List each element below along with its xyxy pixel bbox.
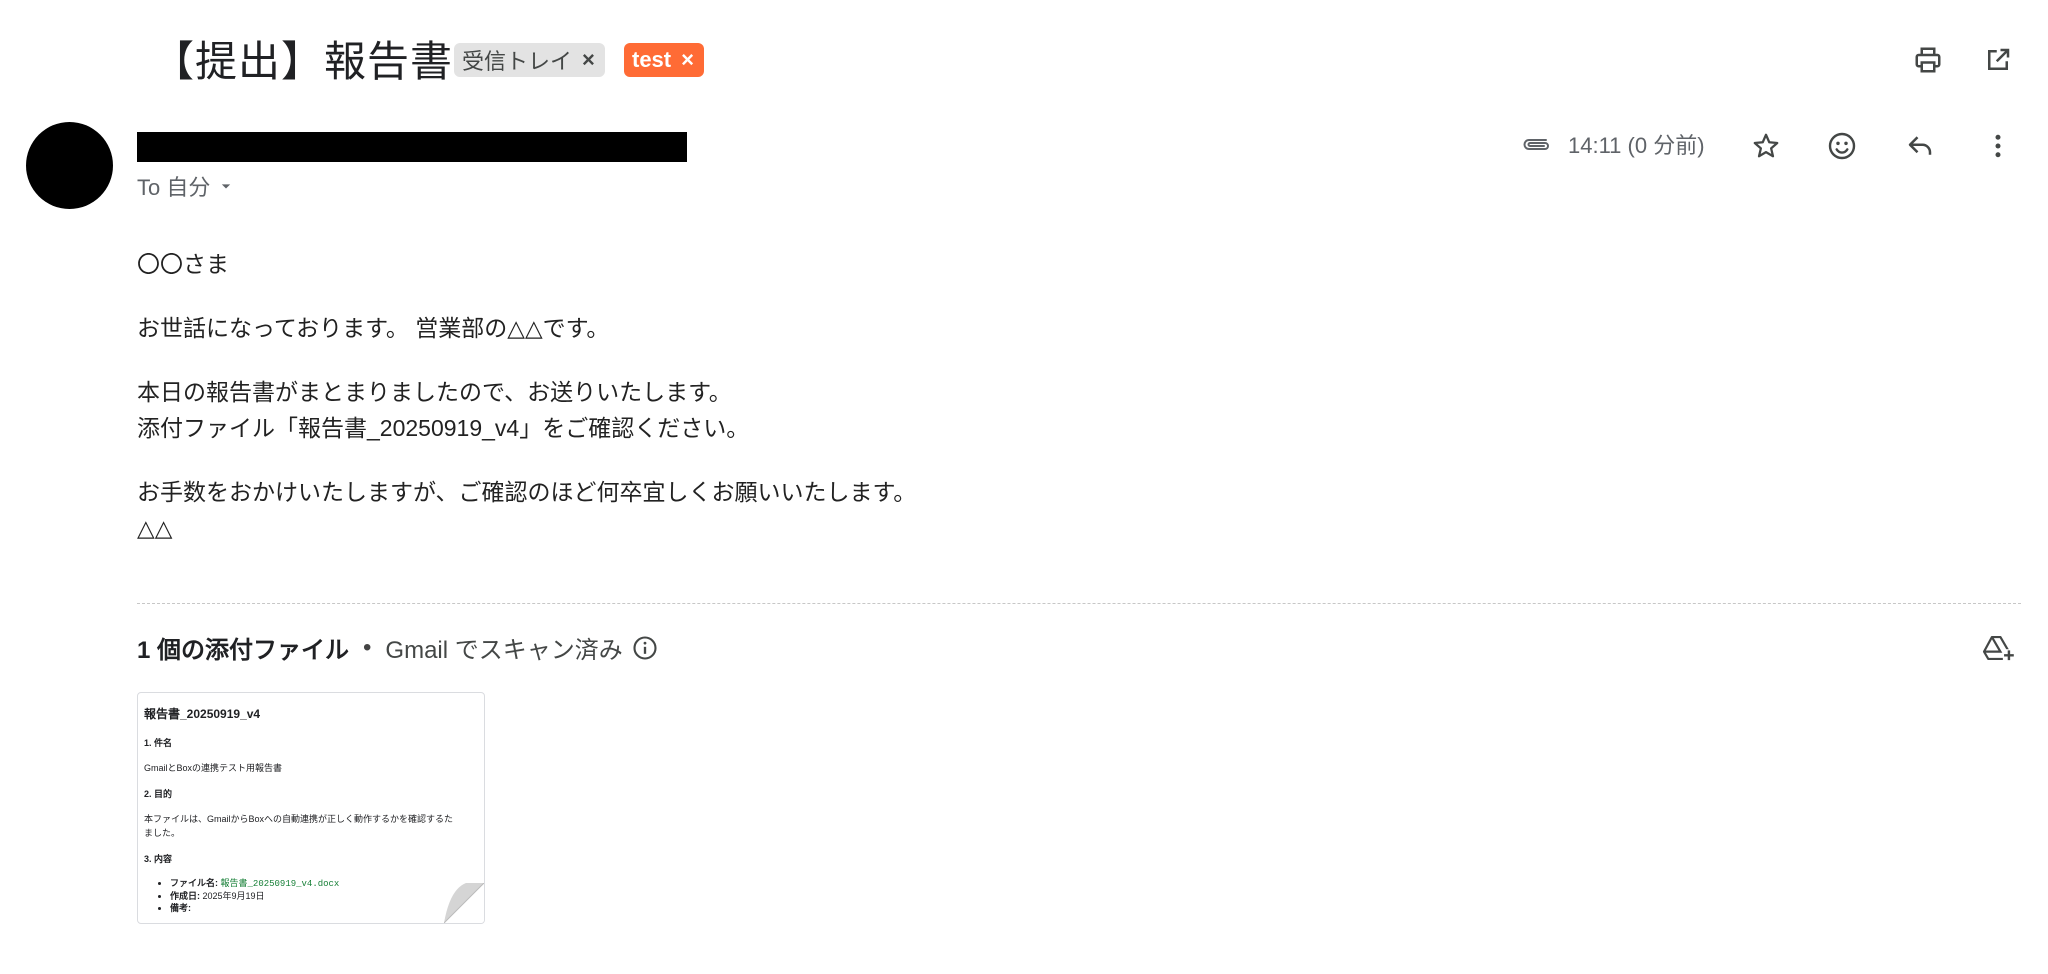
remove-label-button[interactable]: × (681, 47, 694, 73)
email-subject: 【提出】報告書 (152, 38, 454, 85)
recipient-details-toggle[interactable]: To 自分 (137, 170, 236, 202)
label-chip-text: test (632, 47, 672, 72)
reply-button[interactable] (1896, 122, 1944, 170)
scan-status: Gmail でスキャン済み (385, 637, 623, 664)
email-timestamp: 14:11 (0 分前) (1568, 133, 1705, 158)
star-button[interactable] (1742, 122, 1790, 170)
print-button[interactable] (1904, 36, 1952, 84)
add-reaction-button[interactable] (1818, 122, 1866, 170)
preview-item-key: 備考: (170, 903, 191, 913)
add-to-drive-icon (1982, 635, 2015, 662)
remove-label-button[interactable]: × (582, 47, 595, 73)
sender-avatar[interactable] (26, 122, 113, 209)
body-signature: △△ (137, 515, 173, 541)
label-chip-test[interactable]: test × (624, 43, 704, 77)
body-paragraph: 本日の報告書がまとまりましたので、お送りいたします。 添付ファイル「報告書_20… (137, 374, 916, 446)
preview-text: 本ファイルは、GmailからBoxへの自動連携が正しく動作するかを確認するた ま… (144, 812, 484, 840)
preview-text-line: 本ファイルは、GmailからBoxへの自動連携が正しく動作するかを確認するた (144, 814, 454, 824)
preview-list-item: ファイル名: 報告書_20250919_v4.docx (170, 877, 484, 890)
preview-heading: 1. 件名 (144, 738, 173, 748)
preview-heading: 2. 目的 (144, 789, 173, 799)
body-intro: お世話になっております。 営業部の△△です。 (137, 315, 610, 341)
add-to-drive-button[interactable] (1974, 624, 2022, 672)
star-icon (1753, 133, 1779, 158)
attachment-divider (137, 603, 2021, 604)
attachment-thumbnail[interactable]: 報告書_20250919_v4 1. 件名 GmailとBoxの連携テスト用報告… (137, 692, 485, 924)
recipient-label: To 自分 (137, 175, 211, 200)
preview-text: GmailとBoxの連携テスト用報告書 (144, 763, 283, 773)
body-paragraph: お手数をおかけいたしますが、ご確認のほど何卒宜しくお願いいたします。 △△ (137, 474, 916, 546)
preview-list-item: 備考: (170, 902, 484, 914)
preview-heading: 3. 内容 (144, 854, 173, 864)
time-area: 14:11 (0 分前) (1520, 128, 1705, 160)
preview-text-line: ました。 (144, 828, 181, 838)
reply-icon (1908, 136, 1932, 155)
attachment-count: 1 個の添付ファイル (137, 637, 350, 664)
caret-down-icon (222, 184, 231, 189)
more-options-button[interactable] (1974, 122, 2022, 170)
open-in-new-window-button[interactable] (1974, 36, 2022, 84)
preview-item-key: 作成日: (170, 891, 200, 901)
body-line: 添付ファイル「報告書_20250919_v4」をご確認ください。 (137, 415, 750, 441)
info-icon[interactable] (631, 634, 659, 662)
preview-item-value: 報告書_20250919_v4.docx (220, 879, 340, 889)
print-icon (1915, 47, 1941, 73)
preview-list-item: 作成日: 2025年9月19日 (170, 890, 484, 902)
separator-dot: • (363, 633, 372, 661)
body-line: 本日の報告書がまとまりましたので、お送りいたします。 (137, 379, 732, 405)
more-vert-icon (1995, 134, 2001, 158)
attachments-header: 1 個の添付ファイル • Gmail でスキャン済み (137, 630, 659, 665)
page-fold-icon (444, 883, 484, 923)
body-greeting: 〇〇さま (137, 251, 229, 277)
label-chip-text: 受信トレイ (462, 49, 573, 74)
smiley-icon (1828, 132, 1856, 160)
email-body: 〇〇さま お世話になっております。 営業部の△△です。 本日の報告書がまとまりま… (137, 246, 916, 574)
paperclip-icon (1523, 139, 1549, 150)
preview-list: ファイル名: 報告書_20250919_v4.docx 作成日: 2025年9月… (144, 877, 484, 914)
body-line: お手数をおかけいたしますが、ご確認のほど何卒宜しくお願いいたします。 (137, 479, 917, 505)
sender-name-redacted (137, 132, 687, 162)
preview-title: 報告書_20250919_v4 (144, 707, 261, 721)
open-in-new-window-icon (1988, 48, 2010, 70)
label-chip-inbox[interactable]: 受信トレイ × (454, 43, 605, 77)
preview-item-value: 2025年9月19日 (202, 891, 265, 901)
preview-item-key: ファイル名: (170, 878, 218, 888)
